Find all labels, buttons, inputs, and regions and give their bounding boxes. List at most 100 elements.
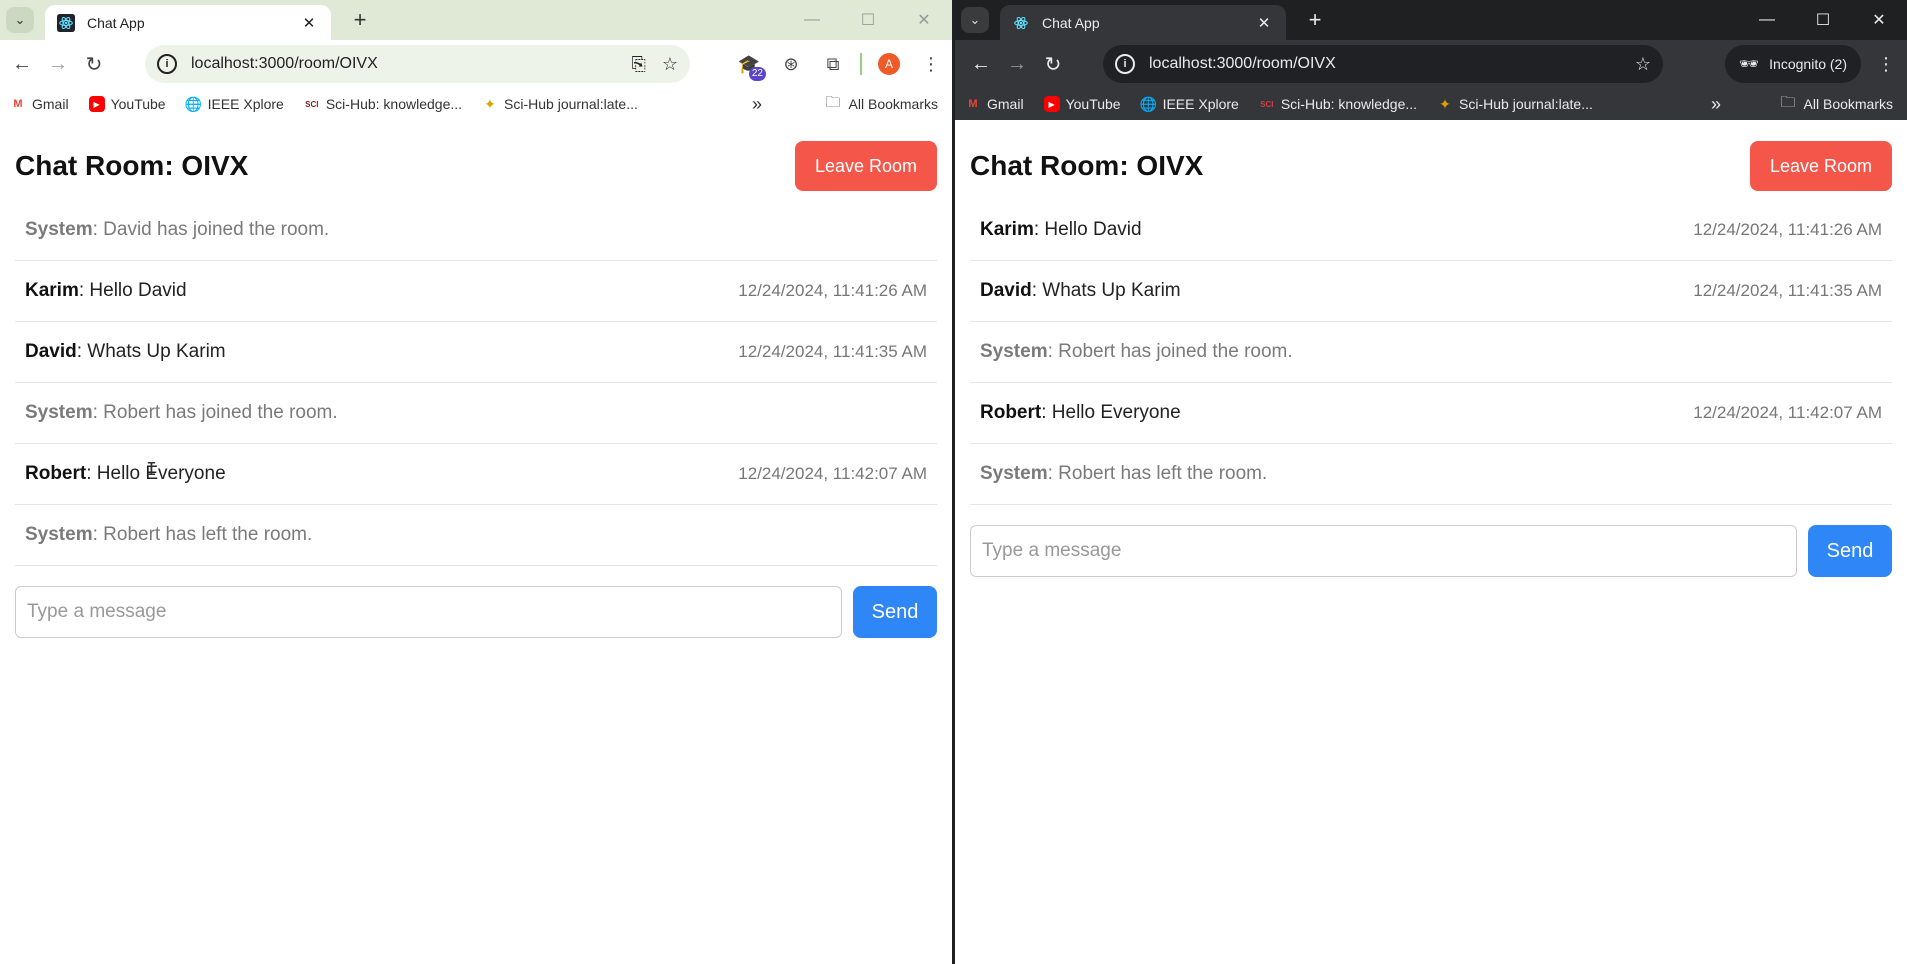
chat-app: Chat Room: OIVX Leave Room System: David… (0, 120, 952, 964)
message-timestamp: 12/24/2024, 11:41:35 AM (738, 342, 927, 361)
extensions-puzzle-icon[interactable]: ⧉ (812, 45, 854, 83)
forward-button[interactable]: → (40, 46, 76, 82)
toolbar: ← → ↻ i localhost:3000/room/OIVX ☆ 🕶 Inco… (955, 40, 1907, 88)
more-bookmarks-icon[interactable]: » (1711, 94, 1721, 115)
extension-graduation-icon[interactable]: 🎓 22 (728, 45, 770, 83)
install-app-icon[interactable]: ⎘ (631, 54, 645, 75)
message-body: David: Whats Up Karim (25, 341, 226, 363)
tab-search-button[interactable]: ⌄ (6, 7, 34, 33)
tab-title: Chat App (1042, 14, 1100, 31)
bookmark-scihub[interactable]: SCI Sci-Hub: knowledge... (1259, 96, 1417, 112)
url-text[interactable]: localhost:3000/room/OIVX (1149, 55, 1619, 73)
minimize-icon[interactable]: — (1739, 0, 1795, 40)
close-tab-icon[interactable]: ✕ (299, 14, 319, 32)
bookmark-scihub[interactable]: SCI Sci-Hub: knowledge... (304, 96, 462, 112)
folder-icon: 🗀 (1780, 93, 1796, 111)
profile-button[interactable]: A (868, 45, 910, 83)
close-window-icon[interactable]: ✕ (896, 0, 952, 40)
tab-chat-app[interactable]: Chat App ✕ (45, 5, 331, 40)
gmail-icon: M (13, 98, 23, 110)
all-bookmarks-button[interactable]: 🗀 All Bookmarks (1781, 92, 1893, 117)
bookmark-youtube[interactable]: ▶ YouTube (1043, 96, 1121, 112)
extension-globe-icon[interactable]: ⊛ (770, 45, 812, 83)
all-bookmarks-button[interactable]: 🗀 All Bookmarks (826, 92, 938, 117)
maximize-icon[interactable]: ☐ (1795, 0, 1851, 40)
message-body: Robert: Hello Everyone (980, 402, 1181, 424)
youtube-icon: ▶ (1043, 96, 1060, 112)
star-icon[interactable]: ☆ (1635, 54, 1651, 75)
profile-avatar: A (878, 53, 900, 75)
chat-header: Chat Room: OIVX Leave Room (15, 120, 937, 198)
message-sender: System (25, 402, 93, 423)
reload-button[interactable]: ↻ (76, 46, 112, 82)
tab-strip: ⌄ Chat App ✕ + — ☐ ✕ (0, 0, 952, 40)
reload-button[interactable]: ↻ (1035, 46, 1071, 82)
bookmark-ieee[interactable]: 🌐 IEEE Xplore (1139, 95, 1239, 113)
chat-message-row: Karim: Hello David 12/24/2024, 11:41:26 A… (970, 200, 1892, 261)
message-input[interactable] (15, 586, 842, 638)
back-button[interactable]: ← (963, 46, 999, 82)
url-text[interactable]: localhost:3000/room/OIVX (191, 55, 615, 73)
incognito-indicator[interactable]: 🕶 Incognito (2) (1724, 45, 1861, 83)
bookmark-scihub-journal[interactable]: ✦ Sci-Hub journal:late... (482, 96, 638, 113)
close-tab-icon[interactable]: ✕ (1254, 14, 1274, 32)
address-bar[interactable]: i localhost:3000/room/OIVX ☆ (1103, 45, 1663, 83)
message-body: System: Robert has left the room. (25, 524, 312, 546)
site-info-icon[interactable]: i (157, 54, 177, 74)
tab-chat-app[interactable]: Chat App ✕ (1000, 5, 1286, 40)
scihub-icon: SCI (305, 99, 319, 109)
back-button[interactable]: ← (4, 46, 40, 82)
message-list: System: David has joined the room. Karim:… (15, 200, 937, 566)
message-text: : Robert has left the room. (1047, 463, 1268, 484)
close-window-icon[interactable]: ✕ (1851, 0, 1907, 40)
address-bar[interactable]: i localhost:3000/room/OIVX ⎘ ☆ (145, 45, 690, 83)
bookmark-scihub-journal[interactable]: ✦ Sci-Hub journal:late... (1437, 96, 1593, 113)
tab-search-button[interactable]: ⌄ (961, 7, 989, 33)
toolbar-divider (860, 53, 862, 75)
maximize-icon[interactable]: ☐ (840, 0, 896, 40)
new-tab-button[interactable]: + (346, 6, 374, 34)
incognito-icon: 🕶 (1738, 56, 1760, 73)
new-tab-button[interactable]: + (1301, 6, 1329, 34)
menu-kebab-icon[interactable]: ⋮ (1865, 45, 1907, 83)
chat-message-row: David: Whats Up Karim 12/24/2024, 11:41:3… (970, 261, 1892, 322)
message-input[interactable] (970, 525, 1797, 577)
bookmark-ieee[interactable]: 🌐 IEEE Xplore (184, 95, 284, 113)
send-button[interactable]: Send (1808, 525, 1892, 577)
toolbar: ← → ↻ i localhost:3000/room/OIVX ⎘ ☆ 🎓 22… (0, 40, 952, 88)
bookmark-gmail[interactable]: M Gmail (965, 96, 1023, 112)
system-message-row: System: Robert has left the room. (970, 444, 1892, 505)
message-text: : Whats Up Karim (1031, 280, 1181, 301)
system-message-row: System: Robert has joined the room. (15, 383, 937, 444)
message-body: System: David has joined the room. (25, 219, 329, 241)
more-bookmarks-icon[interactable]: » (752, 94, 762, 115)
message-text: : Robert has joined the room. (92, 402, 338, 423)
chat-message-row: David: Whats Up Karim 12/24/2024, 11:41:3… (15, 322, 937, 383)
leave-room-button[interactable]: Leave Room (794, 141, 937, 191)
globe-icon: 🌐 (184, 95, 203, 112)
message-composer: Send (15, 586, 937, 638)
bookmark-gmail[interactable]: M Gmail (10, 96, 68, 112)
globe-icon: 🌐 (1139, 95, 1158, 112)
message-sender: System (980, 463, 1048, 484)
message-sender: Robert (980, 402, 1042, 423)
site-info-icon[interactable]: i (1115, 54, 1135, 74)
message-text: : Robert has left the room. (92, 524, 313, 545)
message-timestamp: 12/24/2024, 11:41:26 AM (738, 281, 927, 300)
leave-room-button[interactable]: Leave Room (1749, 141, 1892, 191)
minimize-icon[interactable]: — (784, 0, 840, 40)
message-timestamp: 12/24/2024, 11:41:26 AM (1693, 220, 1882, 239)
bookmark-youtube[interactable]: ▶ YouTube (88, 96, 166, 112)
send-button[interactable]: Send (853, 586, 937, 638)
forward-button[interactable]: → (999, 46, 1035, 82)
window-controls: — ☐ ✕ (784, 0, 952, 40)
message-sender: System (25, 524, 93, 545)
arrow-right-icon: → (1007, 52, 1027, 75)
message-body: System: Robert has joined the room. (25, 402, 338, 424)
arrow-right-icon: → (48, 52, 68, 75)
gmail-icon: M (968, 98, 978, 110)
arrow-left-icon: ← (971, 52, 991, 75)
menu-kebab-icon[interactable]: ⋮ (910, 45, 952, 83)
star-icon[interactable]: ☆ (662, 54, 678, 75)
room-title: Chat Room: OIVX (970, 150, 1204, 181)
